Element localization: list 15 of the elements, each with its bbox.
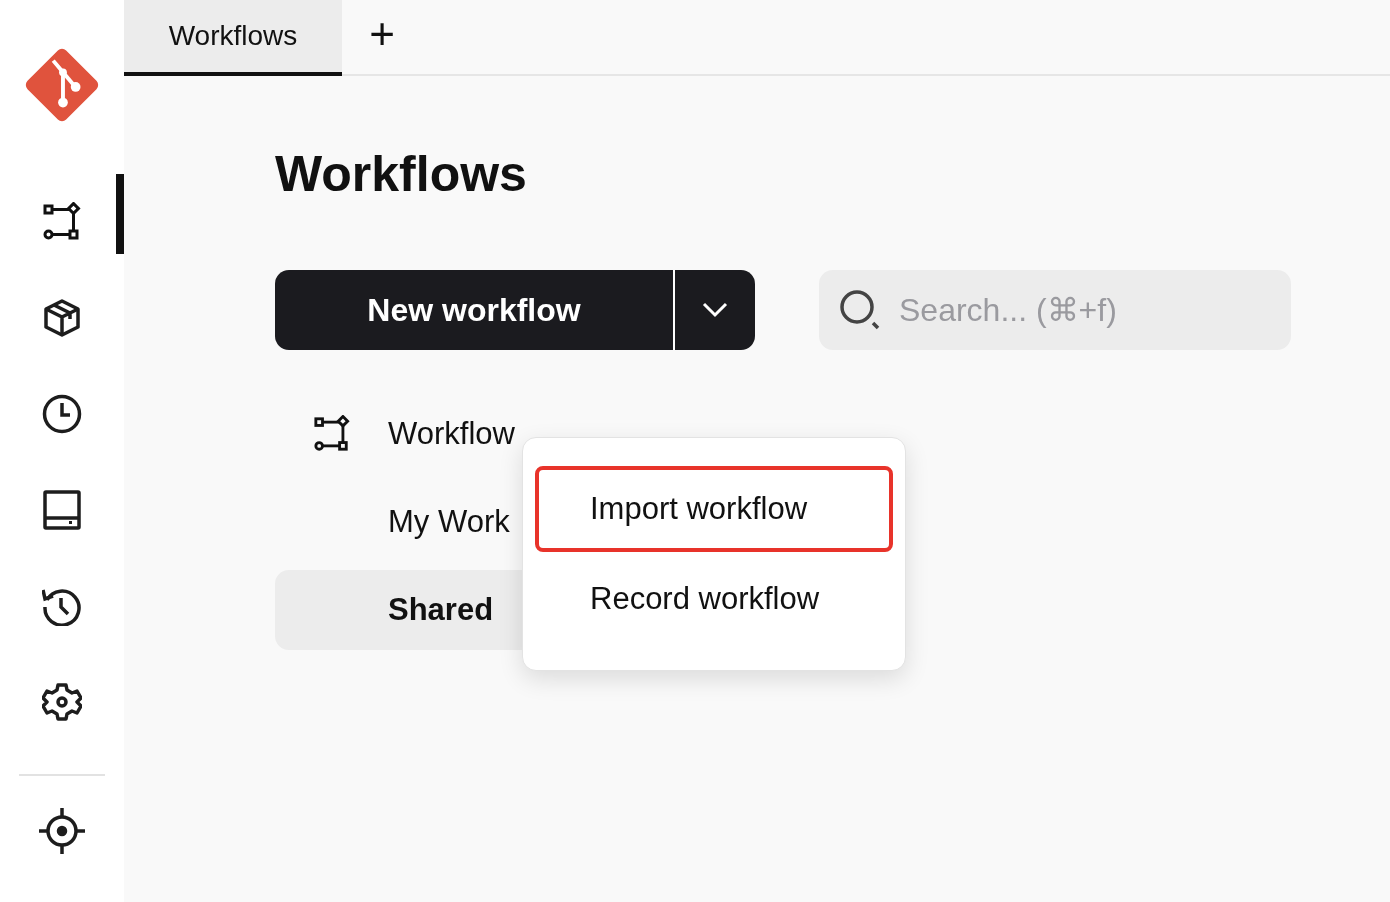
- new-tab-button[interactable]: +: [342, 0, 422, 74]
- tab[interactable]: Workflows: [124, 0, 342, 76]
- drive-icon[interactable]: [42, 490, 82, 530]
- clock-icon[interactable]: [42, 394, 82, 434]
- settings-icon[interactable]: [42, 682, 82, 722]
- box-icon[interactable]: [42, 298, 82, 338]
- search-field[interactable]: Search... (⌘+f): [819, 270, 1291, 350]
- history-icon[interactable]: [42, 586, 82, 626]
- search-icon: [839, 289, 881, 331]
- menu-item[interactable]: Import workflow: [535, 466, 893, 552]
- workflow-icon[interactable]: [42, 202, 82, 242]
- chevron-down-icon: [702, 302, 728, 318]
- page-title: Workflows: [275, 145, 528, 204]
- crosshair-icon[interactable]: [39, 808, 85, 854]
- workflow-icon: [312, 415, 351, 453]
